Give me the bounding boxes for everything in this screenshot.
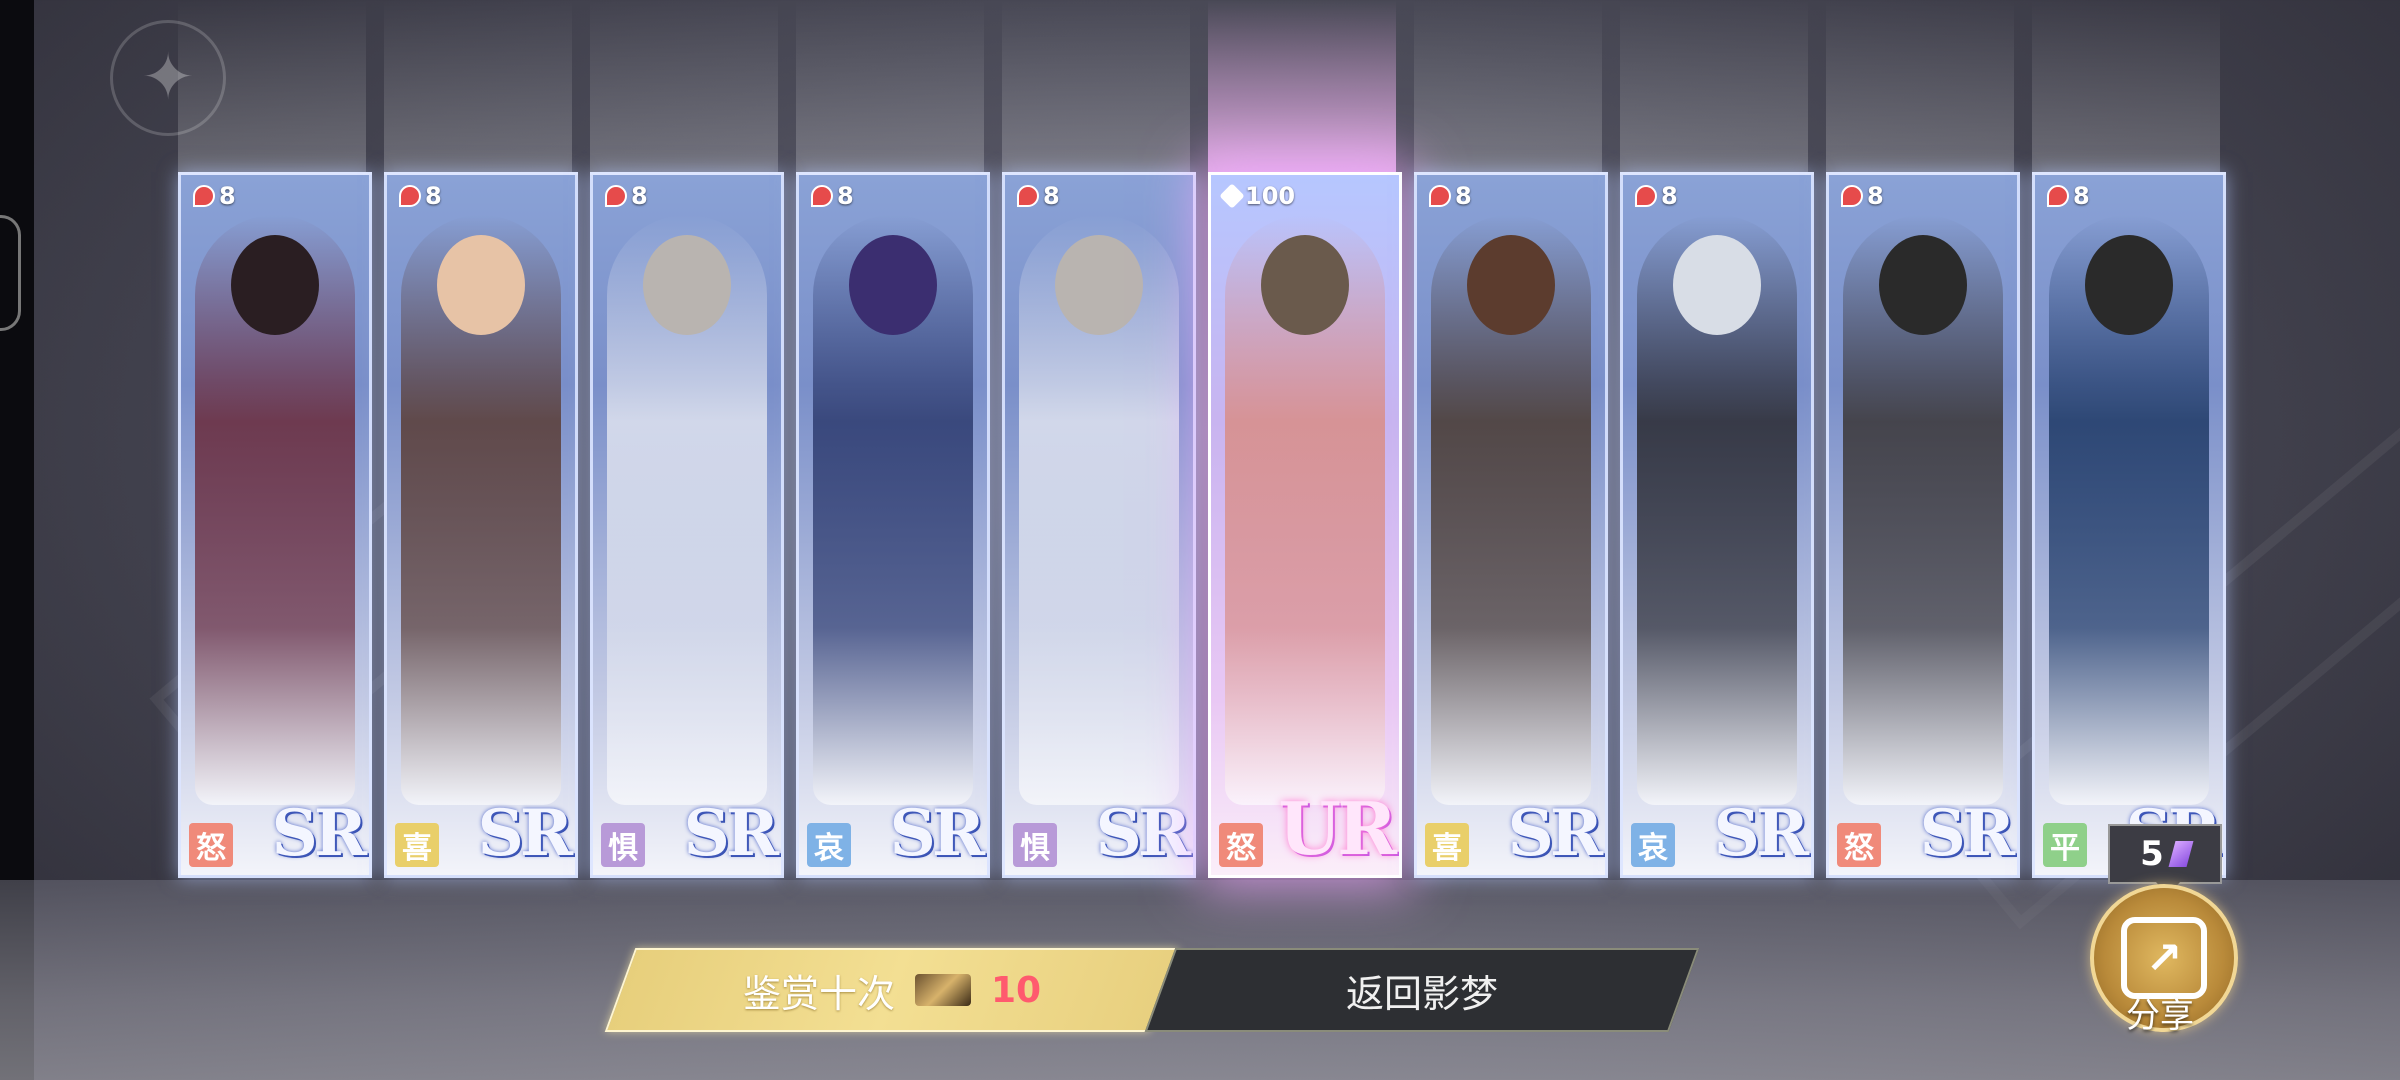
character-head [643,235,731,335]
emotion-tag: 怒 [189,823,233,867]
cost-badge: 8 [1423,181,1478,211]
emotion-tag: 喜 [1425,823,1469,867]
card-light-beam [1002,0,1190,172]
cost-icon [193,185,215,207]
character-card[interactable]: 8 哀 SR [796,172,990,878]
character-head [231,235,319,335]
cost-value: 8 [1455,182,1472,210]
return-label: 返回影梦 [1345,971,1498,1016]
share-reward-count: 5 [2108,824,2222,896]
character-head [437,235,525,335]
character-card[interactable]: 8 喜 SR [384,172,578,878]
emotion-tag: 喜 [395,823,439,867]
card-light-beam [1620,0,1808,172]
cost-badge: 8 [1011,181,1066,211]
cost-value: 8 [1043,182,1060,210]
cost-value: 8 [631,182,648,210]
character-card[interactable]: 8 怒 SR [178,172,372,878]
return-button[interactable]: 返回影梦 [1144,948,1700,1032]
cost-badge: 8 [805,181,860,211]
cost-value: 8 [1867,182,1884,210]
card-light-beam [796,0,984,172]
card-light-beam [178,0,366,172]
character-card[interactable]: 8 惧 SR [1002,172,1196,878]
cost-badge: 8 [599,181,654,211]
emotion-tag: 怒 [1837,823,1881,867]
rarity-label: SR [1713,796,1809,871]
character-head [2085,235,2173,335]
character-card[interactable]: 8 哀 SR [1620,172,1814,878]
character-card[interactable]: 100 怒 UR [1208,172,1402,878]
rarity-label: SR [1507,796,1603,871]
character-card[interactable]: 8 怒 SR [1826,172,2020,878]
rarity-label: SR [683,796,779,871]
ticket-icon [914,974,971,1006]
cost-badge: 100 [1217,181,1301,211]
emotion-tag: 哀 [1631,823,1675,867]
rarity-label: SR [477,796,573,871]
emotion-tag: 惧 [601,823,645,867]
appraise-cost: 10 [990,969,1042,1011]
emotion-tag: 哀 [807,823,851,867]
card-light-beam [1208,0,1396,172]
cost-icon [1429,185,1451,207]
emotion-tag: 怒 [1219,823,1263,867]
share-arrow-icon: ↗ [2121,917,2207,999]
appraise-label: 鉴赏十次 [742,971,895,1016]
cost-icon [1841,185,1863,207]
cost-value: 8 [1661,182,1678,210]
cost-value: 8 [219,182,236,210]
rarity-label: SR [1095,796,1191,871]
cost-value: 100 [1245,182,1296,210]
card-light-beam [1826,0,2014,172]
share-label: 分享 [2126,996,2194,1036]
rarity-label: SR [271,796,367,871]
share-count-value: 5 [2140,834,2164,874]
character-head [1467,235,1555,335]
gem-icon [2168,841,2194,867]
cost-value: 8 [837,182,854,210]
character-head [849,235,937,335]
card-light-beam [2032,0,2220,172]
cost-badge: 8 [187,181,242,211]
cost-icon [1219,183,1245,209]
edge-notch [0,215,21,331]
card-light-beam [590,0,778,172]
appraise-ten-button[interactable]: 鉴赏十次 10 [604,948,1180,1032]
cost-value: 8 [2073,182,2090,210]
cost-badge: 8 [1629,181,1684,211]
cost-badge: 8 [1835,181,1890,211]
cost-icon [1017,185,1039,207]
cost-badge: 8 [393,181,448,211]
cost-icon [811,185,833,207]
character-head [1055,235,1143,335]
card-row: 8 怒 SR 8 喜 SR 8 惧 SR 8 哀 SR 8 惧 SR 100 怒 UR 8 喜 SR 8 哀 SR 8 怒 SR 8 平… [178,172,2226,878]
cost-icon [1635,185,1657,207]
emotion-tag: 惧 [1013,823,1057,867]
card-light-beam [1414,0,1602,172]
character-card[interactable]: 8平SR [2032,172,2226,878]
cost-icon [399,185,421,207]
cost-value: 8 [425,182,442,210]
character-card[interactable]: 8 惧 SR [590,172,784,878]
rarity-label: SR [1919,796,2015,871]
cost-icon [605,185,627,207]
cost-icon [2047,185,2069,207]
rarity-label: UR [1278,786,1397,871]
emotion-tag: 平 [2043,823,2087,867]
character-head [1879,235,1967,335]
rarity-label: SR [889,796,985,871]
gacha-result-screen: ✦ 8 怒 SR 8 喜 SR 8 惧 SR 8 哀 SR 8 惧 SR 100 怒 UR 8 喜 SR 8 哀 SR 8 怒 SR… [0,0,2400,1080]
character-head [1261,235,1349,335]
character-card[interactable]: 8 喜 SR [1414,172,1608,878]
cost-badge: 8 [2041,181,2096,211]
card-light-beam [384,0,572,172]
character-head [1673,235,1761,335]
